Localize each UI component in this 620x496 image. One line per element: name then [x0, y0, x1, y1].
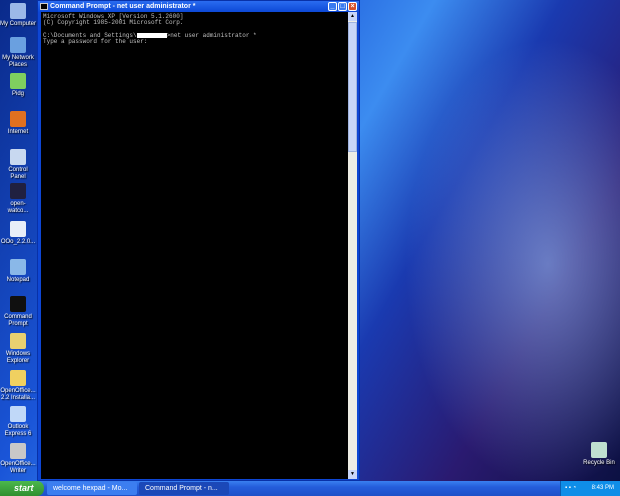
desktop-icon-label: My Network Places: [2, 55, 34, 68]
desktop-icon[interactable]: Command Prompt: [0, 296, 36, 328]
desktop-icon-label: My Computer: [0, 21, 37, 27]
desktop-icon-label: Control Panel: [8, 167, 28, 180]
desktop-icon-label: Outlook Express 6: [4, 424, 32, 437]
folder-icon: [10, 370, 26, 386]
desktop-icon[interactable]: Windows Explorer: [0, 333, 36, 365]
system-tray: ▪ ▪ ◔ 8:43 PM: [560, 481, 620, 496]
desktop-icon-label: Command Prompt: [4, 314, 32, 327]
desktop-icon[interactable]: Control Panel: [0, 149, 36, 181]
desktop-icon[interactable]: OOo_2.2.0...: [0, 221, 36, 246]
desktop-icon-label: Notepad: [6, 277, 30, 283]
desktop-icon-label: OpenOffice... Writer: [0, 461, 36, 474]
task-notepad[interactable]: welcome hexpad - Mo...: [47, 482, 137, 495]
vertical-scrollbar[interactable]: ▲ ▼: [348, 12, 357, 479]
computer-icon: [10, 3, 26, 19]
wallpaper: [380, 0, 620, 480]
installer-icon: [10, 221, 26, 237]
desktop-icon[interactable]: My Computer: [0, 3, 36, 28]
close-button[interactable]: ×: [348, 2, 357, 11]
command-text: >net user administrator *: [166, 31, 257, 39]
command-prompt-window[interactable]: Command Prompt - net user administrator …: [37, 0, 360, 481]
desktop-icon[interactable]: Pidg: [0, 73, 36, 98]
desktop-icon-label: Internet: [7, 129, 29, 135]
explorer-icon: [10, 333, 26, 349]
cmd-icon: [40, 3, 48, 10]
desktop-icon[interactable]: Notepad: [0, 259, 36, 284]
tray-icons[interactable]: ▪ ▪ ◔: [565, 481, 576, 496]
task-command-prompt[interactable]: Command Prompt - n...: [139, 482, 229, 495]
desktop-icon-label: Windows Explorer: [5, 351, 31, 364]
scroll-down-button[interactable]: ▼: [348, 470, 357, 479]
clock[interactable]: 8:43 PM: [592, 485, 614, 491]
redacted-username: [136, 32, 167, 38]
console-output[interactable]: Microsoft Windows XP [Version 5.1.2600](…: [41, 12, 350, 479]
recycle-bin[interactable]: Recycle Bin: [582, 442, 616, 467]
desktop-icon[interactable]: open-watco...: [0, 183, 36, 215]
desktop-icon-label: Pidg: [11, 91, 24, 97]
maximize-button[interactable]: □: [338, 2, 347, 11]
window-title: Command Prompt - net user administrator …: [50, 3, 196, 10]
scroll-up-button[interactable]: ▲: [348, 12, 357, 21]
desktop-icon[interactable]: My Network Places: [0, 37, 36, 69]
outlook-icon: [10, 406, 26, 422]
desktop-icon-label: OpenOffice... 2.2 Installa...: [0, 388, 36, 401]
writer-icon: [10, 443, 26, 459]
desktop-icon-label: OOo_2.2.0...: [0, 239, 36, 245]
firefox-icon: [10, 111, 26, 127]
desktop-icon[interactable]: OpenOffice... 2.2 Installa...: [0, 370, 36, 402]
scroll-thumb[interactable]: [348, 22, 357, 152]
desktop-icon[interactable]: Outlook Express 6: [0, 406, 36, 438]
desktop-icon[interactable]: OpenOffice... Writer: [0, 443, 36, 475]
notepad-icon: [10, 259, 26, 275]
recycle-bin-icon: [591, 442, 607, 458]
network-icon: [10, 37, 26, 53]
pidgin-icon: [10, 73, 26, 89]
title-bar[interactable]: Command Prompt - net user administrator …: [38, 1, 359, 12]
taskbar: start welcome hexpad - Mo... Command Pro…: [0, 481, 620, 496]
minimize-button[interactable]: _: [328, 2, 337, 11]
password-prompt: Type a password for the user:: [43, 38, 148, 46]
command-prompt-icon: [10, 296, 26, 312]
floppy-icon: [10, 183, 26, 199]
control-panel-icon: [10, 149, 26, 165]
desktop-icon-label: open-watco...: [7, 201, 29, 214]
desktop-icon[interactable]: Internet: [0, 111, 36, 136]
start-button[interactable]: start: [0, 481, 44, 496]
